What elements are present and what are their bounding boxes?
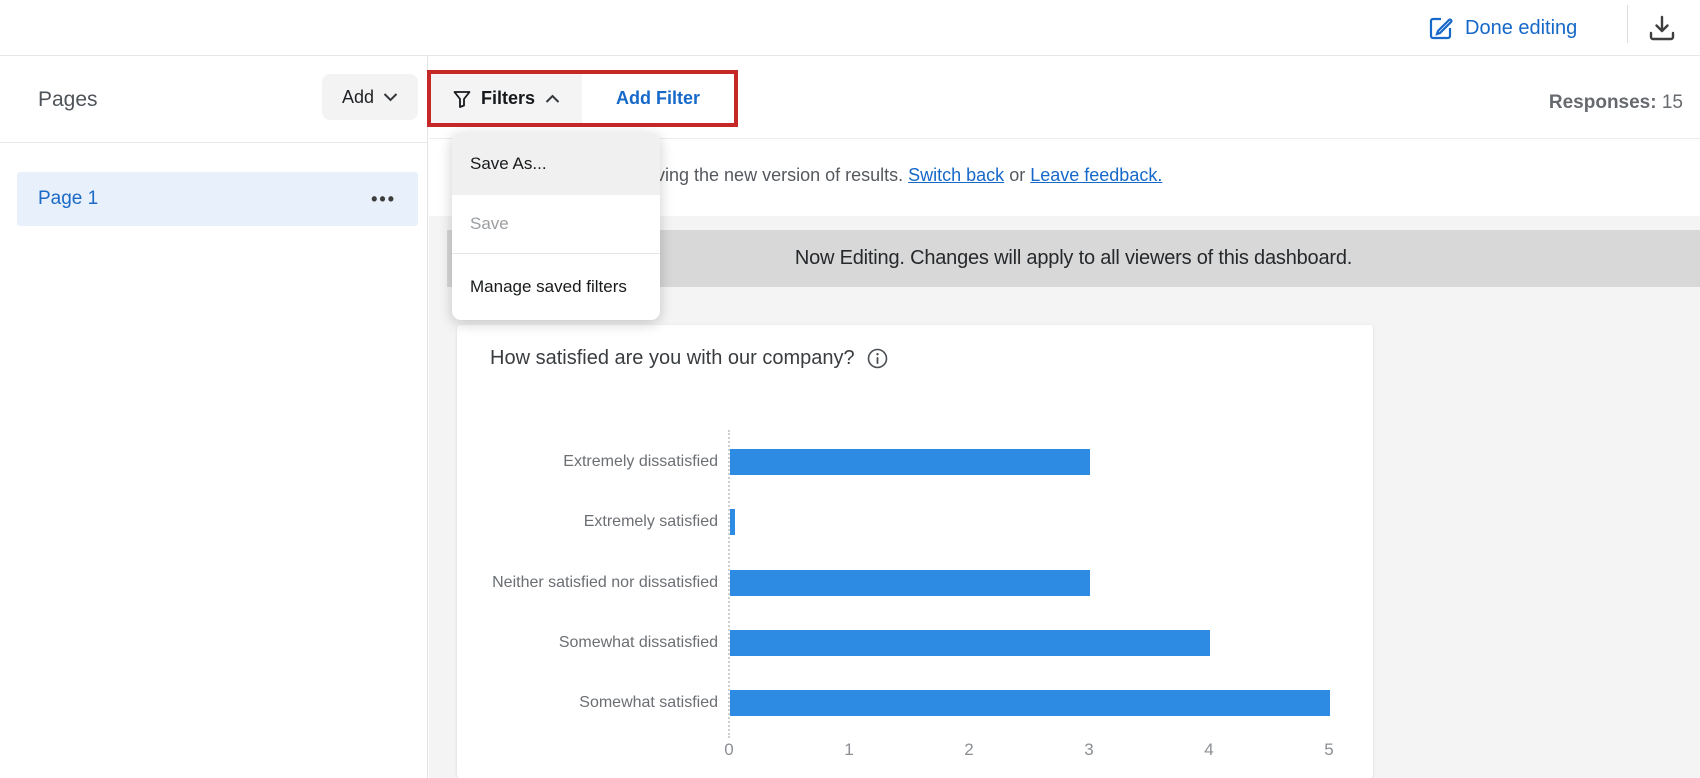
pages-title: Pages [38,88,98,112]
edit-pencil-icon [1428,15,1454,41]
menu-item-manage-saved-filters[interactable]: Manage saved filters [452,254,660,320]
chart-x-tick: 0 [709,740,749,760]
chart-x-tick: 3 [1069,740,1109,760]
chart-bar-1[interactable] [730,449,1090,475]
add-page-label: Add [342,87,374,108]
chart-category-label: Extremely satisfied [478,513,718,531]
download-icon [1647,14,1677,42]
responses-count: 15 [1662,92,1683,113]
chart-category-label: Neither satisfied nor dissatisfied [478,574,718,592]
page-options-menu-button[interactable]: ••• [371,194,396,204]
chart-bar-4[interactable] [730,630,1210,656]
chevron-up-icon [545,94,560,104]
menu-item-save[interactable]: Save [452,195,660,253]
header-divider [1627,5,1628,43]
version-notice: ving the new version of results. Switch … [656,165,1162,186]
chart-category-label: Somewhat satisfied [478,694,718,712]
filters-dropdown-toggle[interactable]: Filters [431,74,582,123]
chart-bar-3[interactable] [730,570,1090,596]
chart-x-tick: 1 [829,740,869,760]
annotation-red-box: Filters Add Filter [427,70,738,127]
responses-counter: Responses: 15 [1549,92,1683,114]
filters-dropdown-menu: Save As... Save Manage saved filters [452,133,660,320]
chart-x-tick: 2 [949,740,989,760]
dashboard-editor: Done editing Pages Add Page 1 ••• [0,0,1700,778]
sidebar-item-page-1[interactable]: Page 1 ••• [17,172,418,226]
horizontal-bar-chart: Extremely dissatisfied Extremely satisfie… [457,325,1373,778]
filters-label: Filters [481,88,535,109]
add-page-button[interactable]: Add [322,74,418,120]
chart-category-label: Extremely dissatisfied [478,453,718,471]
notice-conjunction: or [1009,165,1025,185]
switch-back-link[interactable]: Switch back [908,165,1004,185]
leave-feedback-link[interactable]: Leave feedback. [1030,165,1162,185]
chart-x-tick: 4 [1189,740,1229,760]
chart-widget-card: How satisfied are you with our company? … [457,325,1373,778]
done-editing-label: Done editing [1465,17,1577,40]
page-1-label: Page 1 [38,188,98,210]
menu-item-save-as[interactable]: Save As... [452,133,660,195]
chevron-down-icon [383,92,398,102]
download-button[interactable] [1644,11,1680,45]
sidebar-divider [0,142,428,143]
add-filter-label: Add Filter [616,88,700,109]
top-header: Done editing [0,0,1700,56]
pages-sidebar: Pages Add Page 1 ••• [0,56,428,778]
now-editing-text: Now Editing. Changes will apply to all v… [795,247,1352,270]
chart-category-label: Somewhat dissatisfied [478,634,718,652]
add-filter-button[interactable]: Add Filter [582,74,734,123]
chart-bar-5[interactable] [730,690,1330,716]
chart-x-tick: 5 [1309,740,1349,760]
notice-text: ving the new version of results. [656,165,903,185]
chart-bar-2[interactable] [730,509,735,535]
done-editing-button[interactable]: Done editing [1428,9,1577,47]
responses-label: Responses: [1549,92,1657,113]
filter-funnel-icon [453,90,471,108]
